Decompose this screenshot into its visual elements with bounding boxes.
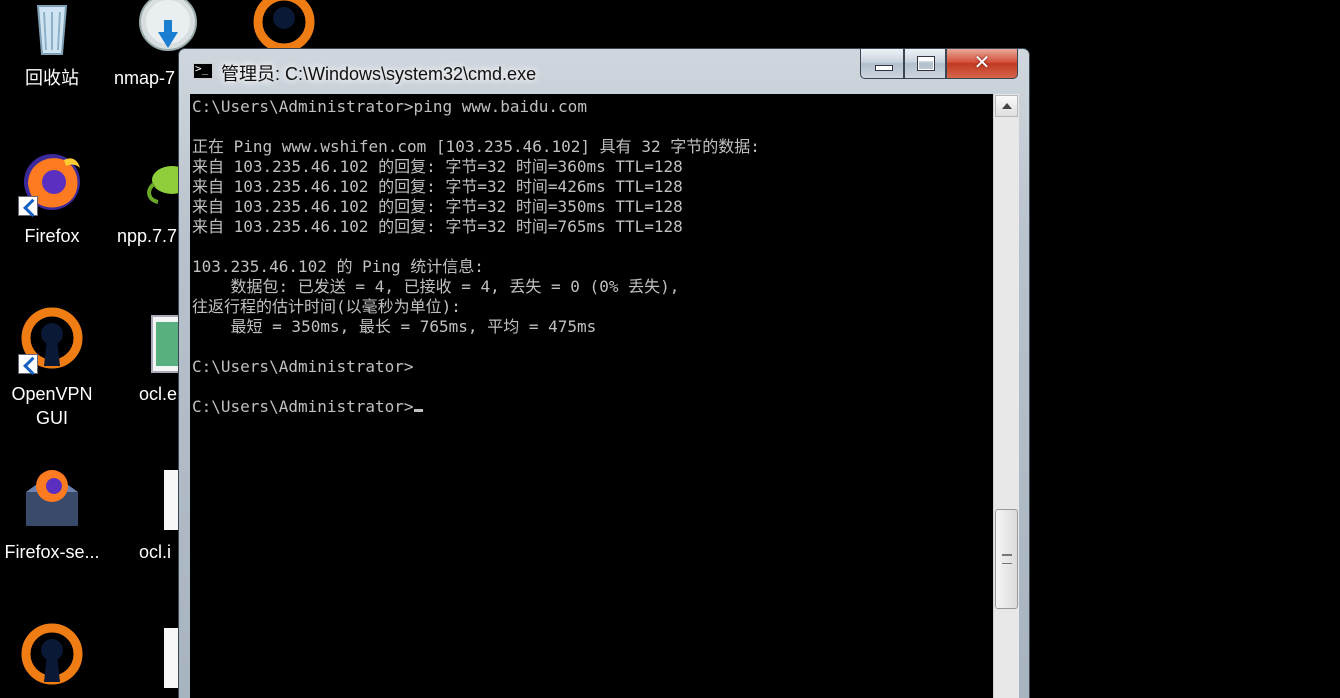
window-title: 管理员: C:\Windows\system32\cmd.exe [221, 64, 537, 84]
console-line: C:\Users\Administrator>ping www.baidu.co… [192, 97, 587, 116]
scroll-thumb[interactable] [995, 509, 1018, 609]
window-titlebar[interactable]: 管理员: C:\Windows\system32\cmd.exe [179, 49, 1029, 93]
maximize-button[interactable] [904, 49, 946, 79]
console-line: 正在 Ping www.wshifen.com [103.235.46.102]… [192, 137, 760, 156]
firefox-setup-shortcut[interactable]: Firefox-se... [0, 462, 104, 572]
console-output[interactable]: C:\Users\Administrator>ping www.baidu.co… [190, 94, 993, 698]
cmd-window[interactable]: 管理员: C:\Windows\system32\cmd.exe C:\User… [178, 48, 1030, 698]
firefox-setup-label: Firefox-se... [4, 542, 100, 562]
close-button[interactable] [946, 49, 1018, 79]
console-line: 最短 = 350ms, 最长 = 765ms, 平均 = 475ms [192, 317, 597, 336]
recycle-bin-icon [36, 5, 68, 55]
firefox-label: Firefox [24, 226, 80, 246]
openvpn-icon [253, 0, 315, 53]
console-text: C:\Users\Administrator>ping www.baidu.co… [190, 94, 993, 417]
console-line: 来自 103.235.46.102 的回复: 字节=32 时间=765ms TT… [192, 217, 683, 236]
openvpn-icon [21, 623, 83, 685]
openvpn-gui-label: OpenVPN GUI [11, 384, 93, 428]
console-icon [193, 62, 213, 79]
openvpn-shortcut-3[interactable] [232, 0, 336, 53]
console-line: 数据包: 已发送 = 4, 已接收 = 4, 丢失 = 0 (0% 丢失), [192, 277, 680, 296]
openvpn-shortcut-2[interactable] [0, 620, 104, 698]
console-line: C:\Users\Administrator> [192, 357, 414, 376]
vertical-scrollbar[interactable] [993, 94, 1019, 698]
console-prompt: C:\Users\Administrator> [192, 397, 414, 416]
recycle-bin-shortcut[interactable]: 回收站 [0, 0, 104, 96]
shortcut-arrow-icon [18, 354, 38, 374]
text-cursor [413, 409, 423, 412]
firefox-installer-icon [26, 470, 78, 526]
console-line: 来自 103.235.46.102 的回复: 字节=32 时间=360ms TT… [192, 157, 683, 176]
firefox-shortcut[interactable]: Firefox [0, 148, 104, 248]
shortcut-arrow-icon [18, 196, 38, 216]
console-line: 往返行程的估计时间(以毫秒为单位): [192, 297, 461, 316]
console-line: 103.235.46.102 的 Ping 统计信息: [192, 257, 484, 276]
scroll-up-button[interactable] [995, 95, 1018, 117]
console-line: 来自 103.235.46.102 的回复: 字节=32 时间=350ms TT… [192, 197, 683, 216]
minimize-button[interactable] [860, 49, 904, 79]
openvpn-gui-shortcut[interactable]: OpenVPN GUI [0, 302, 104, 432]
console-line: 来自 103.235.46.102 的回复: 字节=32 时间=426ms TT… [192, 177, 683, 196]
recycle-bin-label: 回收站 [25, 68, 79, 88]
